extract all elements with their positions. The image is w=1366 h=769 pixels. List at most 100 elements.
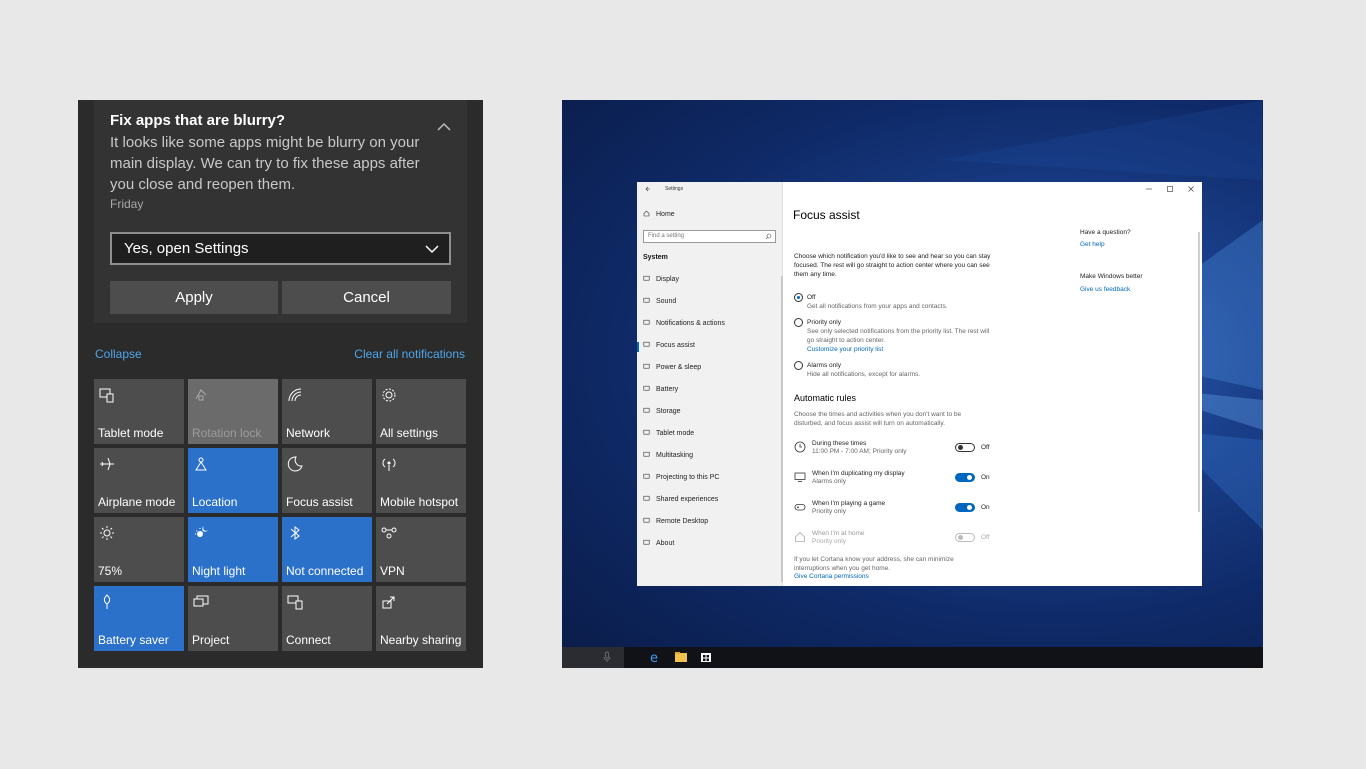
rule-times-state: Off: [981, 444, 990, 451]
give-feedback-link[interactable]: Give us feedback: [1080, 285, 1130, 294]
clear-all-notifications-link[interactable]: Clear all notifications: [354, 347, 465, 361]
quick-action-not-connected[interactable]: Not connected: [282, 517, 372, 582]
find-setting-input[interactable]: Find a setting: [643, 230, 776, 243]
battery-saver-icon: [103, 594, 111, 609]
quick-action-nearby-sharing[interactable]: Nearby sharing: [376, 586, 466, 651]
home-rule-icon: [795, 531, 805, 542]
collapse-link[interactable]: Collapse: [95, 347, 142, 361]
sidebar-item-display[interactable]: Display: [643, 275, 679, 285]
sidebar-item-sound[interactable]: Sound: [643, 297, 676, 307]
sidebar-item-projecting-to-this-pc[interactable]: Projecting to this PC: [643, 473, 719, 483]
option-off-label: Off: [807, 294, 816, 301]
sidebar-section-system: System: [643, 254, 668, 261]
quick-action-vpn[interactable]: VPN: [376, 517, 466, 582]
quick-action-label: Nearby sharing: [380, 633, 462, 647]
customize-priority-link[interactable]: Customize your priority list: [807, 345, 883, 354]
sidebar-item-remote-desktop[interactable]: Remote Desktop: [643, 517, 708, 527]
option-alarms-desc: Hide all notifications, except for alarm…: [807, 371, 921, 378]
radio-priority-only[interactable]: [794, 318, 803, 327]
rule-duplicating-state: On: [981, 474, 990, 481]
tablet-mode-icon: [643, 429, 650, 435]
sidebar-item-home[interactable]: Home: [643, 210, 675, 220]
settings-window: Settings Home Find a setting System Disp…: [637, 182, 1202, 586]
quick-action-all-settings[interactable]: All settings: [376, 379, 466, 444]
quick-actions-grid: Tablet mode Rotation lock Network All setti…: [94, 379, 468, 651]
sidebar-item-focus-assist[interactable]: Focus assist: [643, 341, 695, 351]
get-help-link[interactable]: Get help: [1080, 240, 1105, 249]
quick-action-75[interactable]: 75%: [94, 517, 184, 582]
sidebar-item-multitasking[interactable]: Multitasking: [643, 451, 693, 461]
quick-action-label: Network: [286, 426, 331, 440]
quick-action-mobile-hotspot[interactable]: Mobile hotspot: [376, 448, 466, 513]
option-priority-label: Priority only: [807, 319, 841, 326]
store-icon[interactable]: [699, 650, 713, 664]
quick-action-airplane-mode[interactable]: Airplane mode: [94, 448, 184, 513]
quick-action-rotation-lock[interactable]: Rotation lock: [188, 379, 278, 444]
rule-game-state: On: [981, 504, 990, 511]
sidebar-item-about[interactable]: About: [643, 539, 674, 549]
sidebar-item-storage[interactable]: Storage: [643, 407, 681, 417]
rule-duplicating-toggle[interactable]: [955, 473, 975, 482]
quick-action-connect[interactable]: Connect: [282, 586, 372, 651]
quick-action-location[interactable]: Location: [188, 448, 278, 513]
notification-title: Fix apps that are blurry?: [110, 112, 286, 129]
cortana-permissions-link[interactable]: Give Cortana permissions: [794, 572, 869, 581]
quick-action-tablet-mode[interactable]: Tablet mode: [94, 379, 184, 444]
battery-icon: [643, 385, 650, 391]
quick-action-label: All settings: [380, 426, 439, 440]
quick-action-night-light[interactable]: Night light: [188, 517, 278, 582]
settings-sidebar: Settings Home Find a setting System Disp…: [637, 182, 783, 586]
sidebar-item-label: Tablet mode: [656, 430, 695, 437]
radio-off[interactable]: [794, 293, 803, 302]
notification-action-dropdown[interactable]: Yes, open Settings: [110, 232, 451, 265]
quick-action-label: Tablet mode: [98, 426, 164, 440]
sidebar-item-label: Display: [656, 276, 679, 283]
project-icon: [193, 595, 209, 607]
svg-text:e: e: [650, 651, 658, 664]
sidebar-item-label: Battery: [656, 386, 679, 393]
quick-action-network[interactable]: Network: [282, 379, 372, 444]
close-icon[interactable]: [1187, 185, 1195, 193]
sidebar-item-tablet-mode[interactable]: Tablet mode: [643, 429, 694, 439]
rules-intro: Choose the times and activities when you…: [794, 411, 962, 427]
sidebar-item-label: About: [656, 540, 675, 547]
sidebar-item-power-sleep[interactable]: Power & sleep: [643, 363, 701, 373]
sidebar-item-label: Multitasking: [656, 452, 693, 459]
microphone-icon[interactable]: [600, 650, 614, 664]
sidebar-item-notifications-actions[interactable]: Notifications & actions: [643, 319, 725, 329]
sidebar-scrollbar[interactable]: [781, 276, 783, 582]
quick-action-label: Airplane mode: [98, 495, 176, 509]
sidebar-item-label: Sound: [656, 298, 677, 305]
home-icon: [643, 210, 650, 217]
vpn-icon: [381, 527, 397, 539]
shared-experiences-icon: [643, 495, 650, 501]
quick-action-label: Mobile hotspot: [380, 495, 459, 509]
quick-action-focus-assist[interactable]: Focus assist: [282, 448, 372, 513]
edge-browser-icon[interactable]: e: [649, 650, 663, 664]
sidebar-item-shared-experiences[interactable]: Shared experiences: [643, 495, 718, 505]
content-scrollbar[interactable]: [1198, 232, 1200, 512]
desktop-background: Settings Home Find a setting System Disp…: [562, 100, 1263, 668]
radio-alarms-only[interactable]: [794, 361, 803, 370]
quick-action-project[interactable]: Project: [188, 586, 278, 651]
chevron-up-icon[interactable]: [435, 118, 453, 136]
rule-times-toggle[interactable]: [955, 443, 975, 452]
minimize-icon[interactable]: [1145, 185, 1153, 193]
quick-action-label: Rotation lock: [192, 426, 262, 440]
sidebar-item-battery[interactable]: Battery: [643, 385, 678, 395]
file-explorer-icon[interactable]: [674, 650, 688, 664]
monitor-icon: [794, 472, 806, 482]
rule-game-toggle[interactable]: [955, 503, 975, 512]
night-light-icon: [195, 526, 208, 537]
speaker-icon: [643, 297, 650, 303]
taskbar-search-box[interactable]: [562, 647, 624, 668]
back-arrow-icon[interactable]: [645, 186, 651, 192]
quick-action-battery-saver[interactable]: Battery saver: [94, 586, 184, 651]
maximize-icon[interactable]: [1166, 185, 1174, 193]
gear-icon: [382, 388, 396, 402]
apply-button[interactable]: Apply: [110, 281, 278, 314]
monitor-icon: [643, 275, 650, 281]
sidebar-item-label: Power & sleep: [656, 364, 702, 371]
cancel-button[interactable]: Cancel: [282, 281, 451, 314]
chevron-down-icon: [425, 245, 439, 254]
